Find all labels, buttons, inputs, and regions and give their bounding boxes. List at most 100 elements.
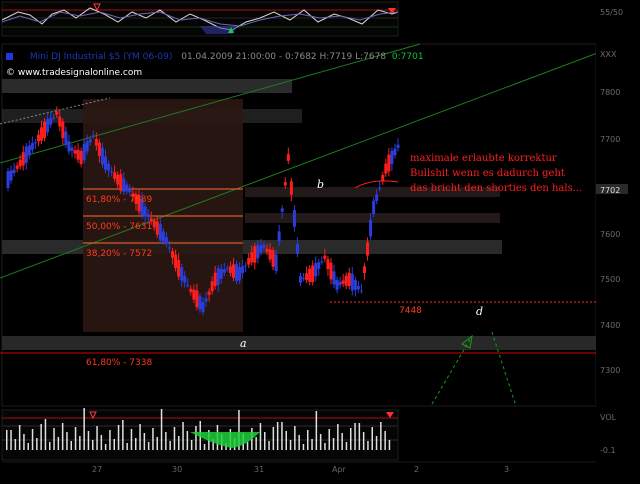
- price-tick-7700: 7700: [600, 135, 621, 144]
- price-bar: [347, 272, 351, 287]
- volume-bar: [139, 424, 141, 450]
- volume-bar: [332, 438, 335, 450]
- price-bar: [64, 131, 68, 145]
- price-bar: [384, 163, 388, 174]
- volume-bar: [264, 432, 266, 450]
- volume-bar: [259, 423, 262, 450]
- price-bar: [104, 156, 107, 170]
- price-bar: [6, 171, 10, 188]
- price-bar: [55, 111, 59, 115]
- fib-label-500: 50,00% - 7631: [86, 222, 153, 232]
- price-bar: [326, 259, 330, 270]
- volume-bar: [18, 425, 21, 450]
- volume-bar: [380, 422, 382, 450]
- volume-bar: [307, 430, 309, 450]
- x-tick-2: 2: [414, 465, 420, 474]
- price-bar: [27, 145, 31, 156]
- price-bar: [189, 288, 193, 293]
- price-bar: [292, 210, 296, 227]
- volume-bar: [324, 443, 326, 450]
- volume-bar: [337, 424, 339, 450]
- price-bar: [387, 154, 391, 172]
- volume-bar: [289, 440, 292, 450]
- series-color-icon: [6, 53, 13, 60]
- wave-label-b: b: [317, 178, 325, 191]
- volume-bar: [53, 428, 55, 450]
- x-tick-30: 30: [172, 465, 183, 474]
- volume-bar: [61, 423, 64, 450]
- volume-bar: [298, 435, 300, 450]
- price-bar: [308, 268, 312, 282]
- level-7448-label: 7448: [399, 306, 422, 316]
- volume-bar: [354, 423, 356, 450]
- volume-bar: [40, 424, 42, 450]
- volume-bar: [79, 436, 81, 450]
- volume-bar: [96, 426, 98, 450]
- fib-label-618-lower: 61,80% - 7338: [86, 358, 153, 368]
- price-bar: [311, 265, 315, 283]
- volume-bar: [6, 430, 8, 450]
- price-axis: [596, 44, 640, 406]
- price-bar: [100, 147, 104, 165]
- price-bar: [235, 264, 239, 281]
- price-bar: [359, 290, 363, 292]
- volume-axis-zero: -0.1: [600, 446, 616, 455]
- price-bar: [356, 286, 360, 290]
- volume-bar: [246, 442, 249, 450]
- price-bar: [146, 213, 150, 218]
- price-bar: [155, 221, 159, 235]
- price-bar: [277, 231, 281, 242]
- volume-bar: [44, 419, 47, 450]
- volume-bar: [169, 441, 171, 450]
- price-bar: [73, 150, 77, 154]
- volume-bar: [182, 422, 184, 450]
- volume-bar: [160, 409, 163, 450]
- top-indicator-panel: [1, 1, 399, 37]
- volume-bar: [345, 442, 348, 450]
- price-bar: [302, 277, 306, 279]
- volume-bar: [83, 408, 85, 450]
- volume-bar: [74, 427, 77, 450]
- chart-title[interactable]: Mini DJ Industrial $5 (YM 06-09) 01.04.2…: [6, 52, 424, 62]
- volume-bar: [328, 429, 330, 450]
- price-bar: [21, 152, 25, 166]
- volume-bar: [272, 427, 275, 450]
- volume-bar: [173, 427, 176, 450]
- price-bar: [299, 276, 302, 283]
- volume-bar: [31, 429, 34, 450]
- volume-bar: [135, 438, 137, 450]
- price-bar: [143, 206, 147, 217]
- fib-label-618: 61,80% - 7689: [86, 195, 153, 205]
- price-bar: [67, 141, 71, 152]
- price-bar: [256, 245, 260, 259]
- price-bar: [320, 261, 324, 263]
- x-tick-31: 31: [254, 465, 265, 474]
- volume-bar: [152, 428, 154, 450]
- price-bar: [253, 246, 257, 263]
- price-bar: [362, 266, 366, 273]
- price-bar: [210, 281, 214, 292]
- price-bar: [164, 237, 168, 244]
- price-bar: [241, 266, 245, 273]
- price-bar: [228, 266, 232, 273]
- annotation-note: maximale erlaubte korrektur Bullshit wen…: [410, 151, 582, 196]
- price-bar: [323, 255, 327, 259]
- price-bar: [76, 149, 80, 160]
- price-bar: [113, 172, 117, 179]
- volume-bar: [147, 442, 150, 450]
- volume-bar: [315, 411, 318, 450]
- price-bar: [262, 244, 266, 248]
- price-bar: [335, 279, 339, 290]
- price-tick-7400: 7400: [600, 321, 621, 330]
- chart-window: Mini DJ Industrial $5 (YM 06-09) 01.04.2…: [0, 0, 640, 480]
- volume-bar: [14, 439, 17, 450]
- price-bar: [9, 170, 13, 181]
- volume-bar: [36, 438, 38, 450]
- price-bar: [295, 243, 299, 254]
- price-bar: [268, 249, 272, 260]
- price-bar: [174, 254, 178, 269]
- price-bar: [177, 259, 181, 277]
- volume-bar: [113, 439, 115, 450]
- price-bar: [366, 242, 370, 256]
- volume-bar: [388, 440, 391, 450]
